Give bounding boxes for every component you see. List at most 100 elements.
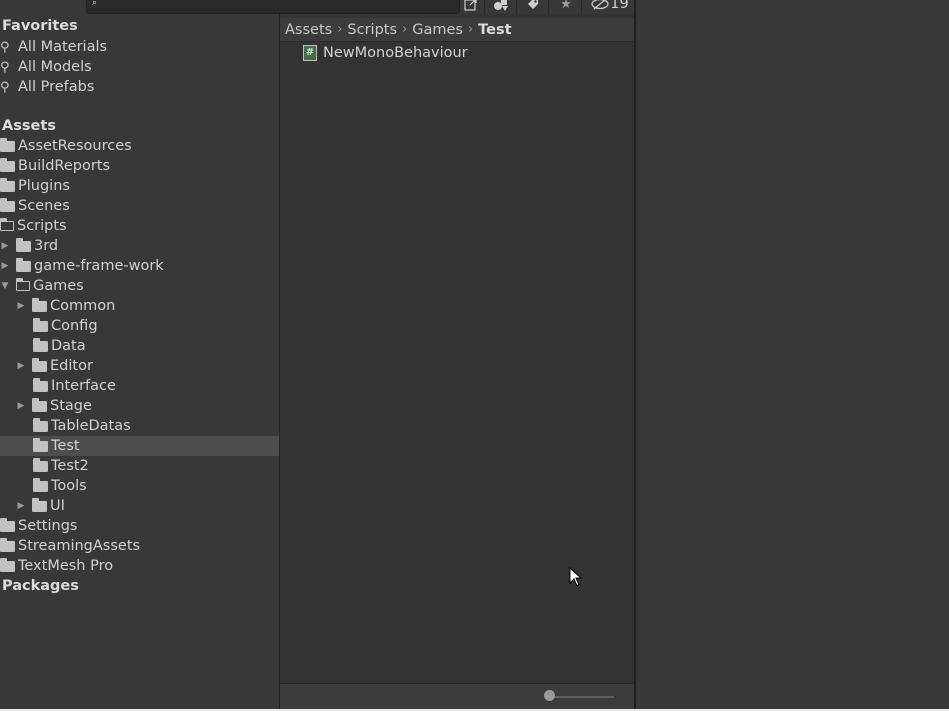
folder-game-frame-work[interactable]: ▶ game-frame-work: [0, 256, 279, 276]
icon-size-slider-thumb[interactable]: [544, 690, 555, 701]
folder-games[interactable]: ▼ Games: [0, 276, 279, 296]
folder-label: Games: [33, 278, 84, 294]
open-in-window-button[interactable]: [461, 0, 481, 12]
folder-config[interactable]: Config: [0, 316, 279, 336]
hidden-count: 19: [610, 0, 629, 12]
folder-icon: [0, 197, 15, 212]
toolbar-separator: [581, 0, 582, 14]
folder-icon: [32, 397, 47, 412]
asset-label: NewMonoBehaviour: [323, 45, 468, 61]
project-toolbar: ⌕ ★ 19: [0, 0, 635, 14]
favorite-all-materials[interactable]: ⚲ All Materials: [0, 37, 279, 57]
folder-common[interactable]: ▶ Common: [0, 296, 279, 316]
folder-label: TextMesh Pro: [18, 558, 114, 574]
folder-label: Common: [50, 298, 116, 314]
folder-icon: [0, 157, 15, 172]
filter-by-label-button[interactable]: [522, 0, 544, 12]
folder-label: Stage: [50, 398, 92, 414]
breadcrumb-test[interactable]: Test: [478, 22, 511, 38]
folder-icon: [33, 337, 48, 352]
packages-label: Packages: [2, 578, 79, 594]
folder-open-icon: [0, 218, 14, 231]
breadcrumb-games[interactable]: Games: [412, 22, 463, 38]
folder-3rd[interactable]: ▶ 3rd: [0, 236, 279, 256]
folder-icon: [33, 477, 48, 492]
hidden-packages-toggle[interactable]: 19: [588, 0, 632, 12]
filter-by-type-button[interactable]: [490, 0, 512, 12]
search-icon: ⚲: [0, 59, 10, 75]
expand-arrow-icon[interactable]: ▶: [16, 361, 26, 371]
folder-label: Test2: [51, 458, 89, 474]
favorite-label: All Models: [18, 59, 92, 75]
favorites-button[interactable]: ★: [555, 0, 577, 12]
folder-icon: [0, 177, 15, 192]
folder-icon: [33, 437, 48, 452]
folder-label: Data: [51, 338, 86, 354]
folder-label: Scripts: [17, 218, 67, 234]
favorite-all-prefabs[interactable]: ⚲ All Prefabs: [0, 77, 279, 97]
folder-data[interactable]: Data: [0, 336, 279, 356]
folder-scripts[interactable]: Scripts: [0, 216, 279, 236]
folder-settings[interactable]: Settings: [0, 516, 279, 536]
favorite-label: All Materials: [18, 39, 108, 55]
favorite-label: All Prefabs: [18, 79, 95, 95]
assets-header[interactable]: Assets: [0, 116, 279, 136]
folder-label: game-frame-work: [34, 258, 164, 274]
folder-stage[interactable]: ▶ Stage: [0, 396, 279, 416]
search-icon: ⌕: [92, 0, 98, 8]
expand-arrow-icon[interactable]: ▶: [0, 261, 10, 271]
packages-header[interactable]: Packages: [0, 576, 279, 596]
folder-icon: [32, 297, 47, 312]
collapse-arrow-icon[interactable]: ▼: [0, 281, 10, 291]
folder-interface[interactable]: Interface: [0, 376, 279, 396]
folder-streamingassets[interactable]: StreamingAssets: [0, 536, 279, 556]
folder-label: Settings: [18, 518, 78, 534]
folder-icon: [0, 517, 15, 532]
folder-icon: [32, 497, 47, 512]
project-tree-panel: Favorites ⚲ All Materials ⚲ All Models ⚲…: [0, 14, 279, 709]
star-icon: ★: [560, 0, 572, 12]
mouse-cursor-icon: [569, 567, 583, 587]
folder-test[interactable]: Test: [0, 436, 279, 456]
folder-assetresources[interactable]: AssetResources: [0, 136, 279, 156]
folder-label: Interface: [51, 378, 116, 394]
toolbar-separator: [548, 0, 549, 14]
expand-arrow-icon[interactable]: ▶: [16, 501, 26, 511]
expand-arrow-icon[interactable]: ▶: [16, 301, 26, 311]
breadcrumb-assets[interactable]: Assets: [285, 22, 332, 38]
search-icon: ⚲: [0, 39, 10, 55]
expand-arrow-icon[interactable]: ▶: [0, 241, 10, 251]
favorites-label: Favorites: [2, 18, 78, 34]
search-field[interactable]: ⌕: [86, 0, 460, 14]
folder-label: StreamingAssets: [18, 538, 141, 554]
layers-icon: [494, 0, 508, 11]
folder-ui[interactable]: ▶ UI: [0, 496, 279, 516]
asset-newmonobehaviour[interactable]: # NewMonoBehaviour: [303, 45, 468, 61]
eye-slash-icon: [591, 0, 609, 10]
folder-icon: [33, 457, 48, 472]
folder-plugins[interactable]: Plugins: [0, 176, 279, 196]
toolbar-separator: [516, 0, 517, 14]
folder-label: 3rd: [34, 238, 59, 254]
icon-size-slider[interactable]: [550, 696, 614, 698]
folder-buildreports[interactable]: BuildReports: [0, 156, 279, 176]
folder-label: BuildReports: [18, 158, 111, 174]
folder-textmesh-pro[interactable]: TextMesh Pro: [0, 556, 279, 576]
folder-scenes[interactable]: Scenes: [0, 196, 279, 216]
folder-tabledatas[interactable]: TableDatas: [0, 416, 279, 436]
breadcrumb-scripts[interactable]: Scripts: [347, 22, 397, 38]
folder-icon: [16, 237, 31, 252]
favorites-header[interactable]: Favorites: [0, 16, 279, 36]
folder-icon: [0, 137, 15, 152]
folder-editor[interactable]: ▶ Editor: [0, 356, 279, 376]
toolbar-separator: [484, 0, 485, 14]
folder-label: Scenes: [18, 198, 70, 214]
folder-label: AssetResources: [18, 138, 132, 154]
folder-icon: [0, 557, 15, 572]
expand-arrow-icon[interactable]: ▶: [16, 401, 26, 411]
csharp-script-icon: #: [303, 45, 317, 61]
favorite-all-models[interactable]: ⚲ All Models: [0, 57, 279, 77]
adjacent-panel: [636, 0, 949, 709]
folder-test2[interactable]: Test2: [0, 456, 279, 476]
folder-tools[interactable]: Tools: [0, 476, 279, 496]
